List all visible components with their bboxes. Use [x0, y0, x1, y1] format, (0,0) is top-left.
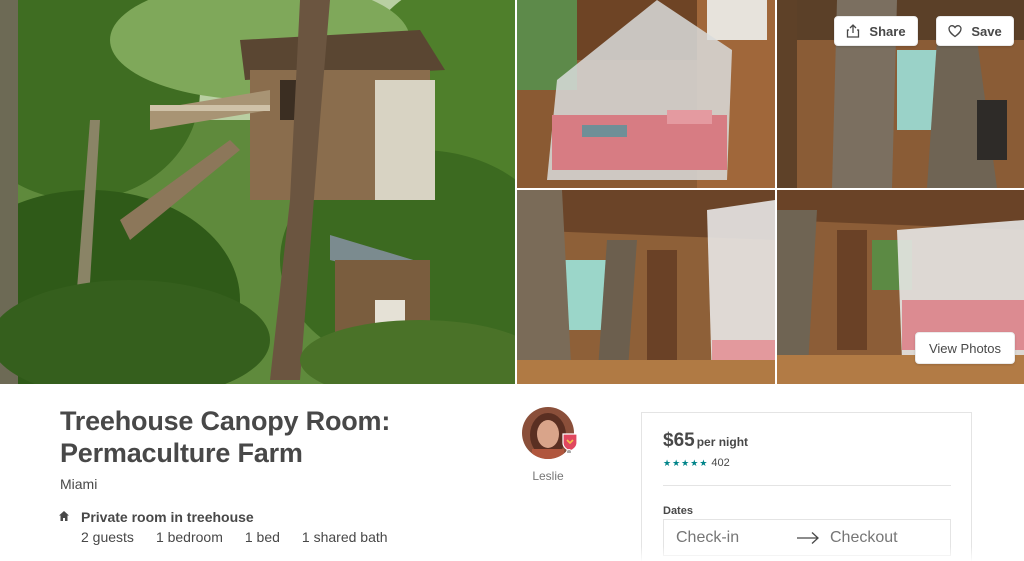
beds-count: 1 bed — [244, 529, 280, 545]
star-icon: ★ — [699, 457, 708, 468]
share-button[interactable]: Share — [834, 16, 918, 46]
bedrooms-count: 1 bedroom — [155, 529, 223, 545]
checkin-input[interactable]: Check-in — [676, 529, 739, 547]
rating-summary[interactable]: ★ ★ ★ ★ ★ 402 — [663, 457, 730, 469]
nightly-price: $65 per night — [663, 430, 748, 452]
baths-count: 1 shared bath — [301, 529, 388, 545]
home-icon — [59, 511, 69, 521]
view-photos-button[interactable]: View Photos — [915, 332, 1015, 364]
listing-city-link[interactable]: Miami — [60, 476, 97, 492]
price-value: $65 — [663, 430, 695, 451]
gallery-photo-1[interactable] — [517, 0, 775, 188]
amenity-summary: 2 guests 1 bedroom 1 bed 1 shared bath — [81, 529, 410, 545]
room-type: Private room in treehouse — [81, 509, 254, 525]
main-photo[interactable] — [0, 0, 515, 384]
superhost-badge-icon — [562, 433, 578, 453]
share-label: Share — [869, 23, 906, 39]
checkout-input[interactable]: Checkout — [830, 529, 898, 547]
star-icon: ★ — [663, 457, 672, 468]
gallery-photo-3[interactable] — [517, 190, 775, 384]
listing-title: Treehouse Canopy Room: Permaculture Farm — [60, 406, 391, 468]
star-icon: ★ — [672, 457, 681, 468]
host-name[interactable]: Leslie — [520, 469, 576, 483]
star-icon: ★ — [690, 457, 699, 468]
date-range-picker: Check-in Checkout — [663, 519, 951, 556]
review-count: 402 — [711, 457, 730, 469]
divider — [663, 485, 951, 486]
save-button[interactable]: Save — [936, 16, 1014, 46]
heart-icon — [948, 25, 962, 38]
star-icon: ★ — [681, 457, 690, 468]
arrow-right-icon — [797, 532, 819, 544]
dates-label: Dates — [663, 505, 693, 517]
save-label: Save — [971, 23, 1002, 39]
photo-gallery: Share Save View Photos — [0, 0, 1024, 384]
guests-count: 2 guests — [81, 529, 134, 545]
share-icon — [847, 24, 860, 38]
per-night-label: per night — [696, 435, 749, 449]
booking-card: $65 per night ★ ★ ★ ★ ★ 402 Dates Check-i… — [641, 412, 972, 561]
